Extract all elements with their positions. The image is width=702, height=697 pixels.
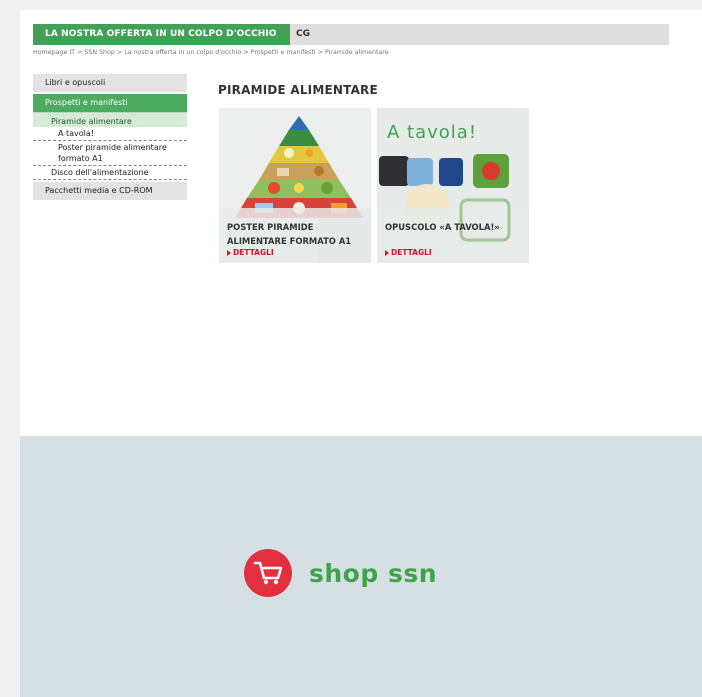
product-card-poster[interactable]: POSTER PIRAMIDE ALIMENTARE FORMATO A1 DE… xyxy=(219,108,371,263)
shop-ssn-logo[interactable]: shop ssn xyxy=(244,549,437,597)
sidebar-item-food-pyramid[interactable]: Piramide alimentare xyxy=(33,112,187,127)
top-nav-bar: LA NOSTRA OFFERTA IN UN COLPO D'OCCHIO C… xyxy=(33,24,669,45)
breadcrumb-current: Piramide alimentare xyxy=(325,49,389,56)
shop-brand-text: shop ssn xyxy=(309,558,438,588)
arrow-right-icon xyxy=(385,250,389,256)
tab-cg[interactable]: CG xyxy=(296,24,310,45)
tab-offer-overview[interactable]: LA NOSTRA OFFERTA IN UN COLPO D'OCCHIO xyxy=(33,24,290,45)
sidebar-item-poster[interactable]: Poster piramide alimentare formato A1 xyxy=(33,141,187,166)
sidebar: Libri e opuscoli Prospetti e manifesti P… xyxy=(33,74,187,200)
sidebar-item-a-tavola[interactable]: A tavola! xyxy=(33,127,187,141)
arrow-right-icon xyxy=(227,250,231,256)
details-link[interactable]: DETTAGLI xyxy=(385,248,432,257)
product-card-brochure[interactable]: A tavola! OPUSCOLO «A TAVOLA!» DETTAGLI xyxy=(377,108,529,263)
breadcrumb: Homepage IT > SSN Shop > La nostra offer… xyxy=(33,49,389,56)
sidebar-item-books[interactable]: Libri e opuscoli xyxy=(33,74,187,92)
breadcrumb-offer[interactable]: La nostra offerta in un colpo d'occhio xyxy=(124,49,241,56)
sidebar-item-disco[interactable]: Disco dell'alimentazione xyxy=(33,166,187,180)
page-title: PIRAMIDE ALIMENTARE xyxy=(218,83,378,97)
details-link[interactable]: DETTAGLI xyxy=(227,248,274,257)
sidebar-item-prospects[interactable]: Prospetti e manifesti xyxy=(33,94,187,112)
brochure-cover-title: A tavola! xyxy=(387,122,478,143)
breadcrumb-home[interactable]: Homepage IT xyxy=(33,49,75,56)
product-name: POSTER PIRAMIDE ALIMENTARE FORMATO A1 xyxy=(227,222,352,246)
sidebar-item-media[interactable]: Pacchetti media e CD-ROM xyxy=(33,182,187,200)
breadcrumb-prospects[interactable]: Prospetti e manifesti xyxy=(251,49,316,56)
breadcrumb-ssn-shop[interactable]: SSN Shop xyxy=(84,49,115,56)
cart-icon xyxy=(244,549,292,597)
product-name: OPUSCOLO «A TAVOLA!» xyxy=(385,222,500,232)
